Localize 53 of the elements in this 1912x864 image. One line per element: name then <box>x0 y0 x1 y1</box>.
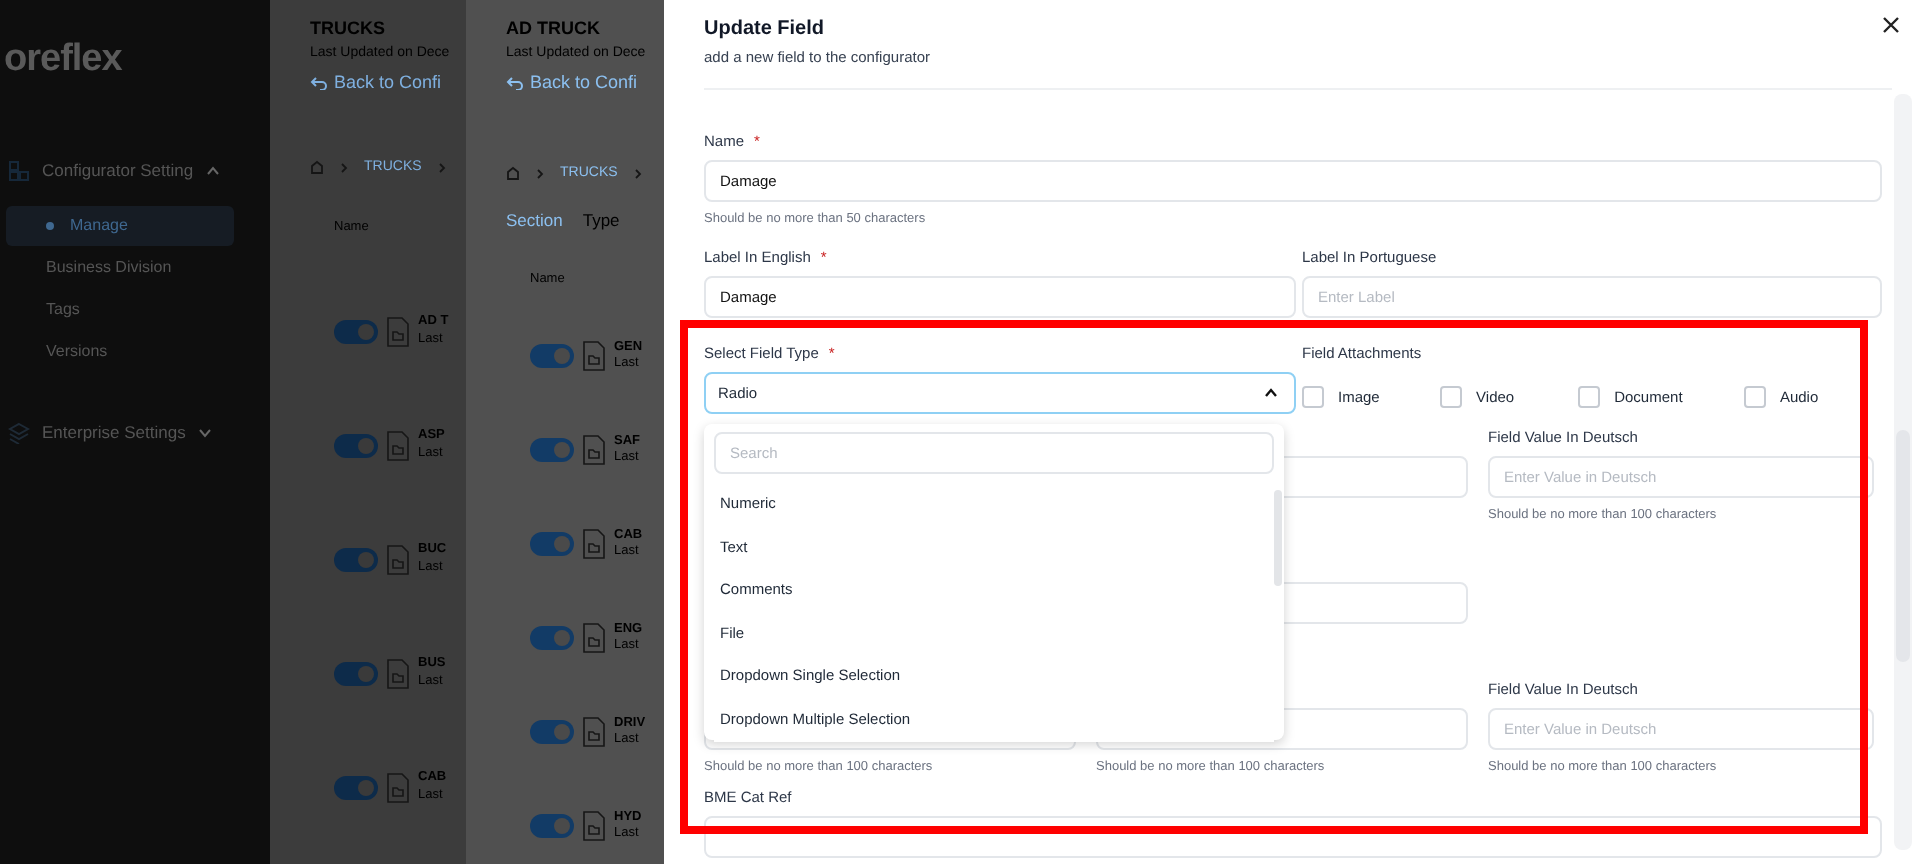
file-icon <box>386 429 410 461</box>
toggle-switch[interactable] <box>334 661 378 685</box>
chevron-icon <box>1264 388 1278 398</box>
menu-group[interactable]: Enterprise Settings <box>42 420 186 446</box>
checkbox[interactable] <box>1302 386 1324 409</box>
drawer-title: Update Field <box>704 16 825 42</box>
toggle-switch[interactable] <box>530 532 574 557</box>
page-title: TRUCKS <box>310 16 387 42</box>
toggle-switch[interactable] <box>530 344 574 369</box>
file-icon <box>582 622 606 655</box>
logo: oreflex <box>2 36 122 84</box>
toggle-switch[interactable] <box>334 433 378 457</box>
menu-item[interactable]: Business Division <box>6 247 234 287</box>
toggle-switch[interactable] <box>530 814 574 839</box>
chevron-icon <box>536 167 544 180</box>
file-icon <box>582 716 606 749</box>
toggle-switch[interactable] <box>530 438 574 463</box>
scrollbar[interactable] <box>1894 94 1912 850</box>
toggle-switch[interactable] <box>334 775 378 799</box>
home-icon <box>506 166 520 181</box>
file-icon <box>582 434 606 467</box>
checkbox[interactable] <box>1743 386 1766 409</box>
tab[interactable]: Section <box>506 208 563 234</box>
toggle-switch[interactable] <box>530 626 574 651</box>
file-icon <box>386 543 410 575</box>
file-icon <box>386 771 410 803</box>
chevron-icon <box>340 161 348 174</box>
back-arrow-icon <box>506 76 524 91</box>
back-arrow-icon <box>310 76 328 91</box>
toggle-switch[interactable] <box>530 720 574 745</box>
menu-group[interactable]: Configurator Setting <box>42 158 194 184</box>
chevron-icon <box>633 167 642 180</box>
checkbox[interactable] <box>1578 386 1601 409</box>
toggle-switch[interactable] <box>334 547 378 571</box>
file-icon <box>582 810 606 843</box>
grid-icon <box>8 160 30 182</box>
file-icon <box>386 315 410 347</box>
page-title: AD TRUCK <box>506 16 602 42</box>
menu-item[interactable]: Manage <box>6 205 234 245</box>
menu-item[interactable]: Tags <box>6 289 234 329</box>
back-link[interactable]: Back to Confi <box>310 70 466 97</box>
close-icon[interactable] <box>1878 12 1904 38</box>
chevron-icon <box>437 161 446 174</box>
back-link[interactable]: Back to Confi <box>506 70 664 97</box>
home-icon <box>310 160 324 175</box>
tab[interactable]: Type <box>582 208 620 234</box>
checkbox[interactable] <box>1440 386 1463 409</box>
file-icon <box>582 340 606 373</box>
menu-item[interactable]: Versions <box>6 331 234 371</box>
layers-icon <box>8 422 30 444</box>
file-icon <box>386 657 410 689</box>
file-icon <box>582 528 606 561</box>
toggle-switch[interactable] <box>334 319 378 343</box>
